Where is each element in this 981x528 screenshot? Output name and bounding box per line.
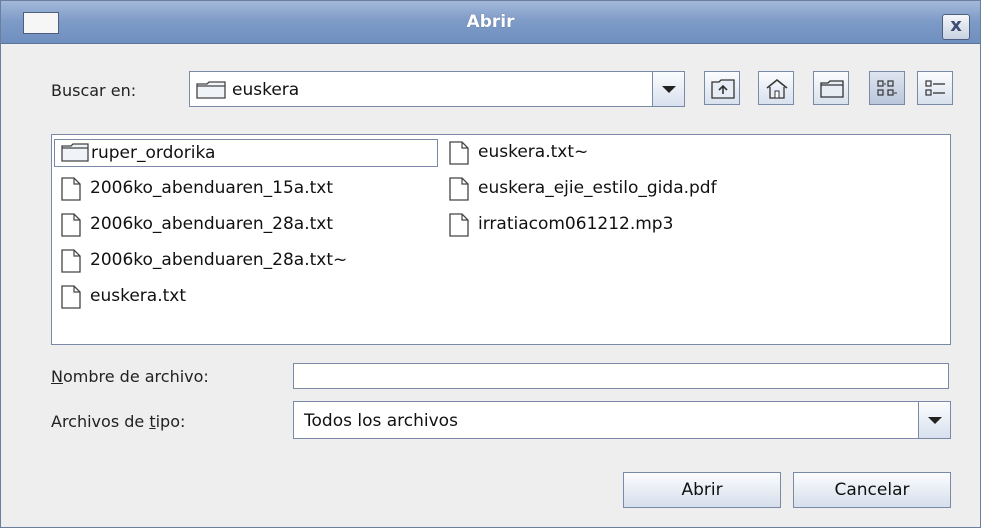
look-in-label: Buscar en: bbox=[51, 81, 137, 100]
list-item[interactable]: euskera_ejie_estilo_gida.pdf bbox=[442, 175, 842, 203]
list-item-label: 2006ko_abenduaren_15a.txt bbox=[90, 178, 334, 198]
filename-label-text: ombre de archivo: bbox=[62, 367, 209, 386]
up-folder-button[interactable] bbox=[704, 71, 740, 105]
filetype-label: Archivos de tipo: bbox=[51, 412, 185, 431]
file-list[interactable]: ruper_ordorika 2006ko_abenduaren_15a.txt… bbox=[51, 134, 951, 345]
list-item-label: euskera.txt bbox=[90, 286, 186, 306]
filetype-value: Todos los archivos bbox=[304, 411, 458, 431]
details-view-button[interactable] bbox=[917, 71, 953, 105]
list-view-icon bbox=[877, 80, 897, 96]
file-icon bbox=[60, 177, 82, 206]
home-icon bbox=[766, 79, 788, 99]
filetype-label-text-before: Archivos de bbox=[51, 412, 150, 431]
list-item[interactable]: euskera.txt bbox=[54, 283, 438, 311]
file-icon bbox=[448, 213, 470, 242]
file-icon bbox=[60, 285, 82, 314]
list-item[interactable]: 2006ko_abenduaren_28a.txt bbox=[54, 211, 438, 239]
look-in-value: euskera bbox=[232, 80, 300, 100]
list-item-label: 2006ko_abenduaren_28a.txt~ bbox=[90, 250, 348, 270]
folder-icon bbox=[61, 142, 89, 167]
file-icon bbox=[448, 177, 470, 206]
look-in-combo[interactable]: euskera bbox=[189, 71, 685, 107]
list-item-label: irratiacom061212.mp3 bbox=[478, 214, 674, 234]
filetype-label-text-after: ipo: bbox=[155, 412, 186, 431]
list-item-label: 2006ko_abenduaren_28a.txt bbox=[90, 214, 334, 234]
chevron-down-icon bbox=[662, 86, 676, 93]
list-item-label: euskera.txt~ bbox=[478, 142, 589, 162]
up-folder-icon bbox=[711, 79, 735, 99]
list-item[interactable]: 2006ko_abenduaren_28a.txt~ bbox=[54, 247, 438, 275]
open-button[interactable]: Abrir bbox=[623, 472, 781, 508]
filename-label: Nombre de archivo: bbox=[51, 367, 209, 386]
close-icon: x bbox=[950, 15, 962, 36]
folder-icon bbox=[196, 81, 226, 103]
new-folder-button[interactable] bbox=[813, 71, 849, 105]
file-icon bbox=[60, 249, 82, 278]
filetype-dropdown-button[interactable] bbox=[918, 402, 950, 438]
list-view-button[interactable] bbox=[869, 71, 905, 105]
list-item-label: euskera_ejie_estilo_gida.pdf bbox=[478, 178, 717, 198]
list-item[interactable]: 2006ko_abenduaren_15a.txt bbox=[54, 175, 438, 203]
list-item[interactable]: euskera.txt~ bbox=[442, 139, 842, 167]
file-icon bbox=[60, 213, 82, 242]
file-chooser-dialog: Abrir x Buscar en: euskera ruper_ordorik… bbox=[0, 0, 981, 528]
home-button[interactable] bbox=[758, 71, 794, 105]
cancel-button[interactable]: Cancelar bbox=[793, 472, 951, 508]
filetype-combo[interactable]: Todos los archivos bbox=[293, 401, 951, 439]
filename-input[interactable] bbox=[293, 363, 949, 389]
filename-label-mnemonic: N bbox=[51, 367, 63, 386]
title-bar[interactable]: Abrir x bbox=[1, 1, 980, 44]
dialog-title: Abrir bbox=[466, 12, 515, 32]
list-item-folder[interactable]: ruper_ordorika bbox=[54, 139, 438, 167]
look-in-dropdown-button[interactable] bbox=[652, 72, 684, 106]
close-button[interactable]: x bbox=[942, 14, 970, 40]
file-icon bbox=[448, 141, 470, 170]
list-item[interactable]: irratiacom061212.mp3 bbox=[442, 211, 842, 239]
list-item-label: ruper_ordorika bbox=[91, 143, 216, 163]
chevron-down-icon bbox=[928, 417, 942, 424]
new-folder-icon bbox=[820, 80, 844, 98]
details-view-icon bbox=[925, 80, 945, 96]
